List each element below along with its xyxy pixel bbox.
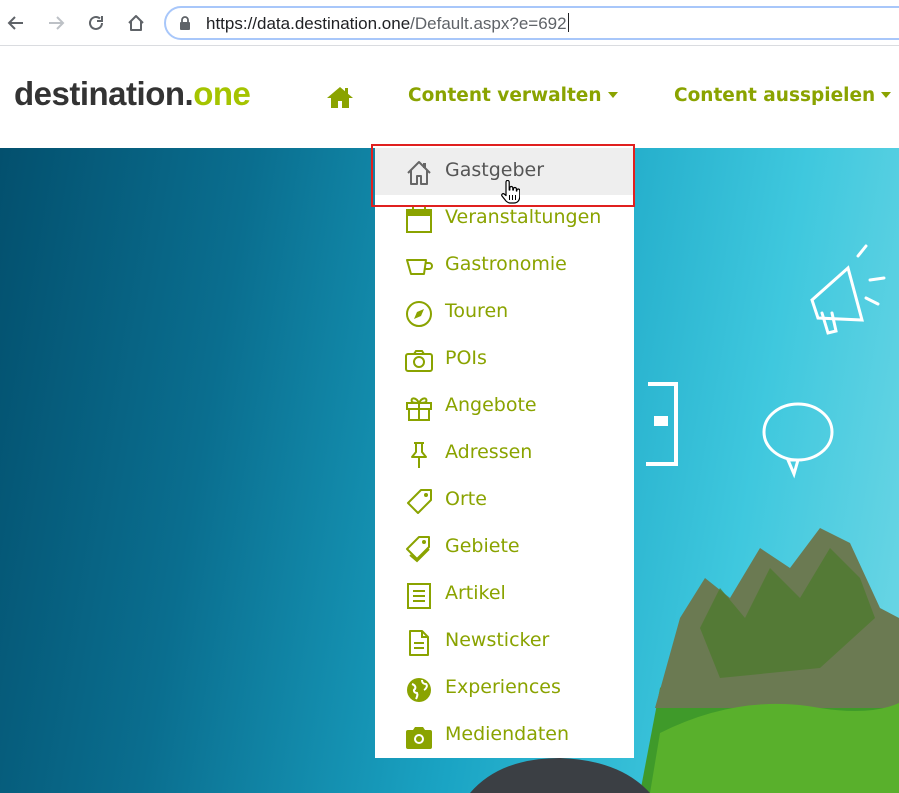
menu-item-angebote[interactable]: Angebote xyxy=(375,383,634,430)
menu-item-label: Veranstaltungen xyxy=(445,206,602,228)
logo-main: destination. xyxy=(14,75,194,112)
tags-icon xyxy=(406,536,430,563)
reload-icon xyxy=(89,15,103,30)
menu-item-label: Experiences xyxy=(445,676,561,698)
menu-item-adressen[interactable]: Adressen xyxy=(375,430,634,477)
nav-content-ausspielen[interactable]: Content ausspielen xyxy=(674,85,892,106)
menu-item-pois[interactable]: POIs xyxy=(375,336,634,383)
url-text[interactable]: https://data.destination.one/Default.asp… xyxy=(206,13,569,34)
pushpin-icon xyxy=(411,442,427,468)
menu-item-gastronomie[interactable]: Gastronomie xyxy=(375,242,634,289)
speech-bubble-icon xyxy=(762,402,834,479)
document-icon xyxy=(409,630,429,656)
menu-item-label: Gastronomie xyxy=(445,253,567,275)
hand-cursor-icon xyxy=(501,180,520,204)
card-icon xyxy=(646,382,678,466)
road xyxy=(470,758,650,793)
camera-outline-icon xyxy=(405,350,433,372)
megaphone-icon xyxy=(810,244,886,335)
back-button[interactable] xyxy=(2,9,30,37)
tag-icon xyxy=(407,489,432,514)
menu-item-label: Mediendaten xyxy=(445,723,570,745)
menu-item-mediendaten[interactable]: Mediendaten xyxy=(375,712,634,759)
content-verwalten-dropdown: Gastgeber Veranstaltungen Gastronomie To… xyxy=(375,148,634,758)
globe-icon xyxy=(407,678,431,702)
menu-item-label: Adressen xyxy=(445,441,533,463)
nav-label: Content verwalten xyxy=(408,85,602,106)
address-bar[interactable]: https://data.destination.one/Default.asp… xyxy=(164,6,899,40)
url-host: https://data.destination.one xyxy=(206,14,411,33)
nav-label: Content ausspielen xyxy=(674,85,876,106)
home-icon xyxy=(128,15,144,31)
home-button[interactable] xyxy=(122,9,150,37)
menu-item-artikel[interactable]: Artikel xyxy=(375,571,634,618)
home-icon[interactable] xyxy=(326,85,354,109)
reload-button[interactable] xyxy=(82,9,110,37)
gift-icon xyxy=(406,397,432,421)
url-path: /Default.aspx?e=692 xyxy=(410,14,567,33)
text-caret xyxy=(567,13,569,32)
menu-item-label: Orte xyxy=(445,488,487,510)
site-header: destination.one Content verwalten Conten… xyxy=(0,47,899,148)
browser-toolbar: https://data.destination.one/Default.asp… xyxy=(0,0,899,46)
back-arrow-icon xyxy=(7,16,23,30)
menu-item-label: Touren xyxy=(445,300,509,322)
nav-content-verwalten[interactable]: Content verwalten xyxy=(408,85,618,106)
forward-arrow-icon xyxy=(49,16,65,30)
lock-icon xyxy=(180,16,190,30)
menu-item-touren[interactable]: Touren xyxy=(375,289,634,336)
calendar-icon xyxy=(406,207,432,233)
cup-icon xyxy=(406,259,433,275)
logo-accent: one xyxy=(193,75,251,112)
caret-down-icon xyxy=(607,92,618,98)
forward-button[interactable] xyxy=(42,9,70,37)
menu-item-gebiete[interactable]: Gebiete xyxy=(375,524,634,571)
camera-icon xyxy=(406,727,432,749)
menu-item-label: Artikel xyxy=(445,582,506,604)
site-logo[interactable]: destination.one xyxy=(14,75,251,113)
menu-item-newsticker[interactable]: Newsticker xyxy=(375,618,634,665)
menu-item-label: Newsticker xyxy=(445,629,550,651)
menu-item-label: Gebiete xyxy=(445,535,520,557)
caret-down-icon xyxy=(881,92,892,98)
compass-icon xyxy=(406,301,432,327)
menu-item-experiences[interactable]: Experiences xyxy=(375,665,634,712)
article-icon xyxy=(407,583,431,609)
menu-item-orte[interactable]: Orte xyxy=(375,477,634,524)
menu-item-label: Angebote xyxy=(445,394,537,416)
menu-item-label: POIs xyxy=(445,347,487,369)
